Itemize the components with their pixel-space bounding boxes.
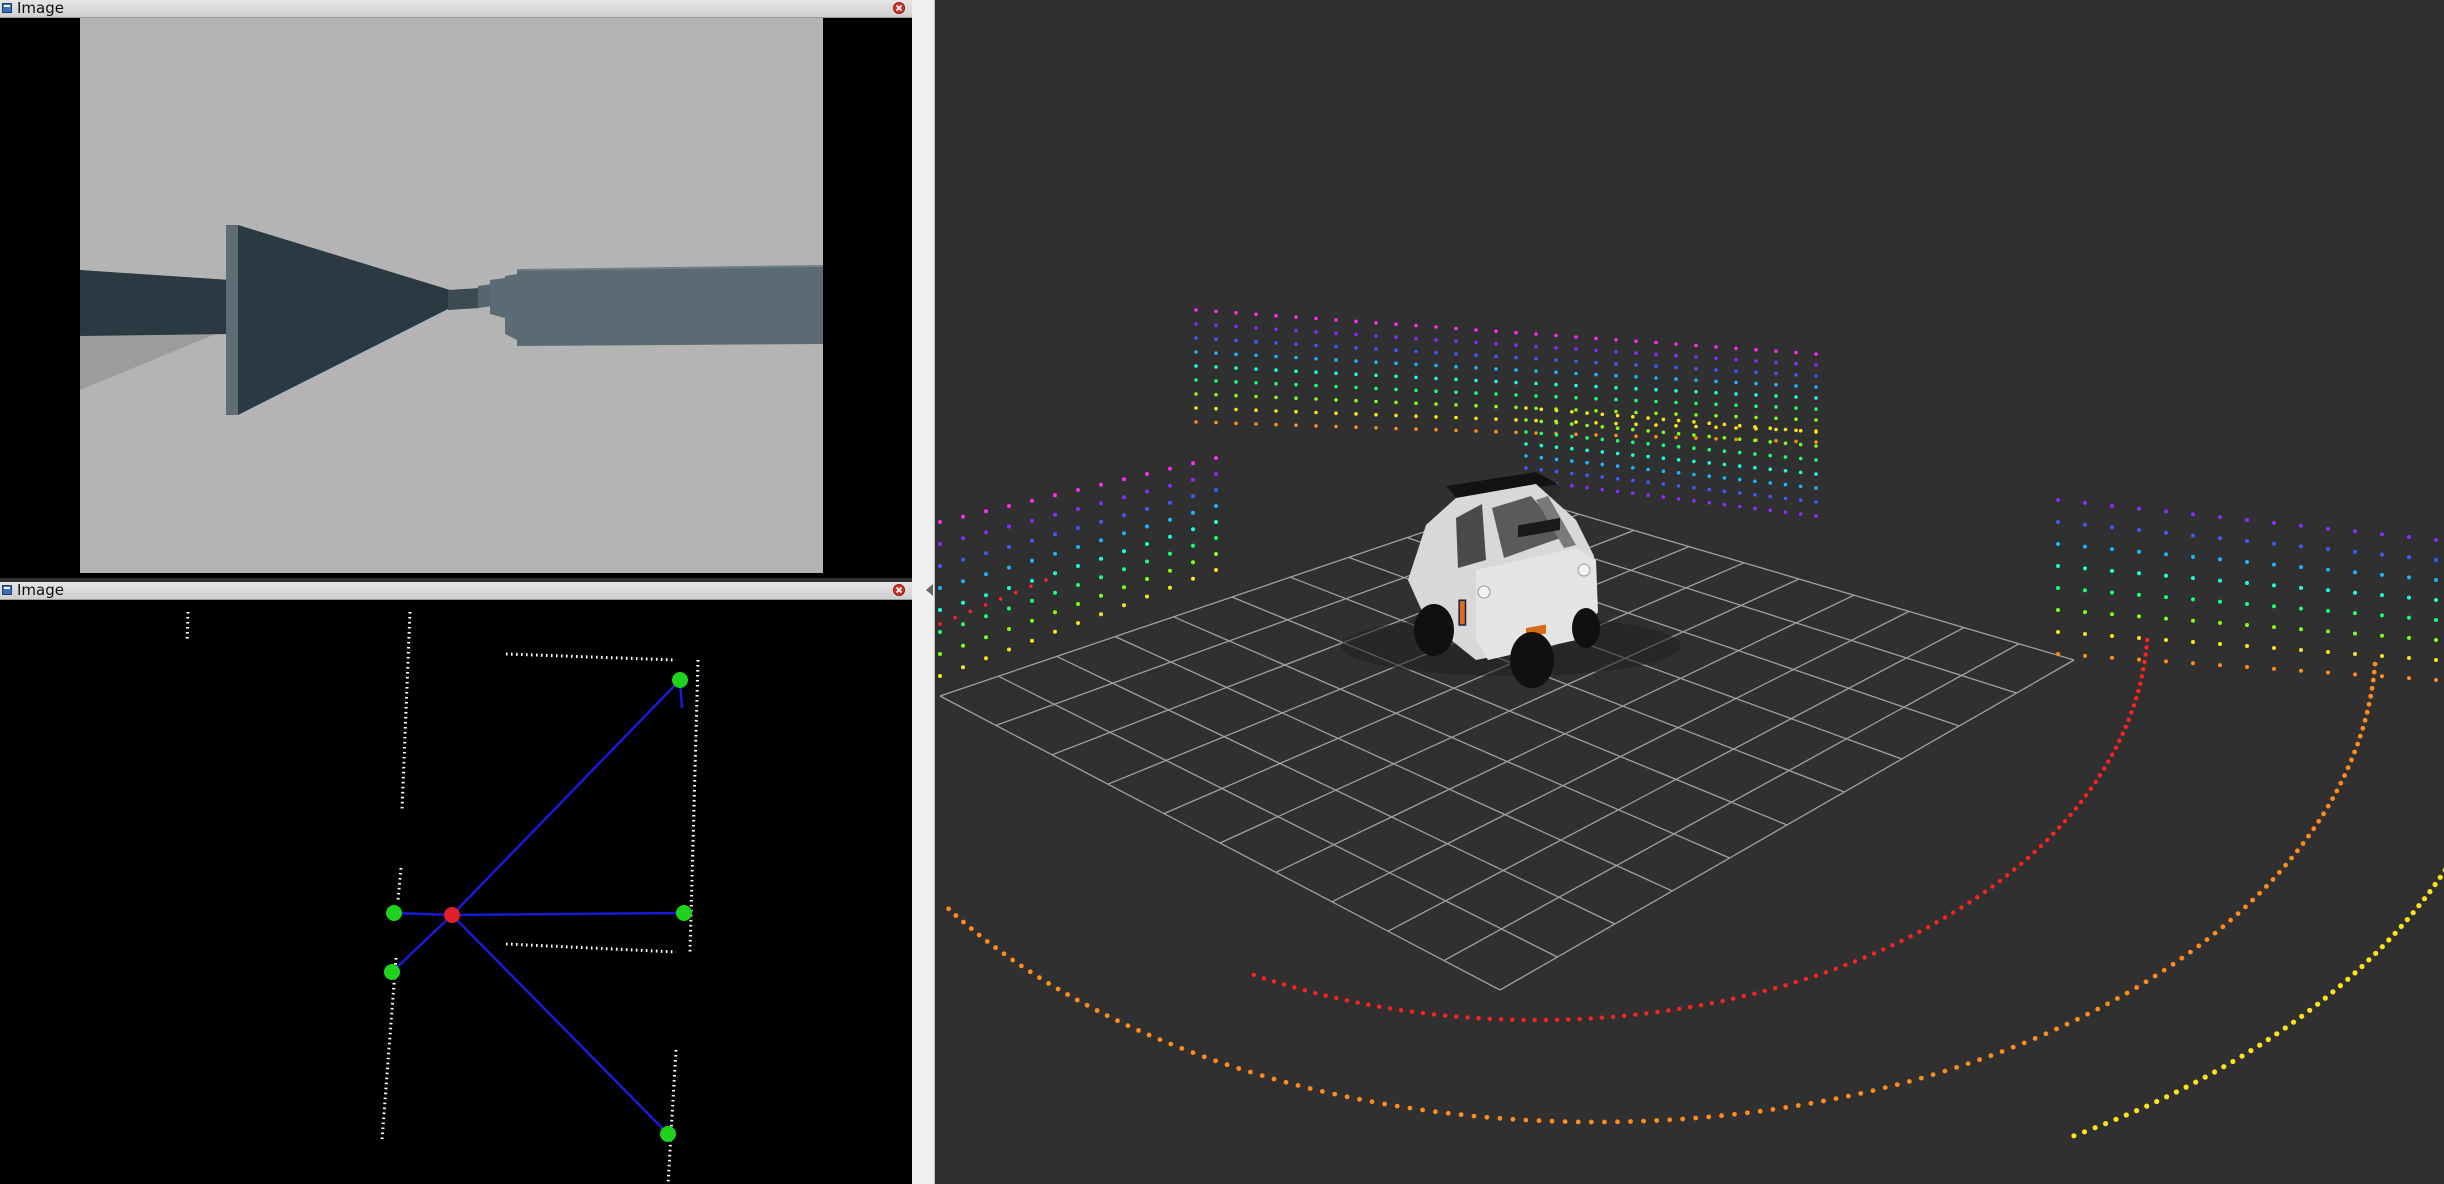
3d-viewport[interactable]: I <box>936 0 2444 1184</box>
green-node <box>672 672 688 688</box>
graph-panel-title: Image <box>17 581 64 599</box>
green-node <box>676 905 692 921</box>
green-node <box>386 905 402 921</box>
close-icon[interactable] <box>893 2 905 14</box>
green-node <box>660 1126 676 1142</box>
window-icon <box>2 585 12 595</box>
green-node <box>384 964 400 980</box>
window-icon <box>2 3 12 13</box>
graph-image-panel: Image <box>0 582 912 1184</box>
left-wall <box>80 270 230 336</box>
graph-panel-titlebar[interactable]: Image <box>0 582 912 600</box>
graph-image <box>0 600 912 1184</box>
camera-panel-title: Image <box>17 0 64 17</box>
close-icon[interactable] <box>893 584 905 596</box>
panel-splitter[interactable] <box>912 0 935 1184</box>
camera-image <box>0 18 912 578</box>
camera-panel-titlebar[interactable]: Image <box>0 0 912 18</box>
red-node <box>444 907 460 923</box>
camera-image-panel: Image <box>0 0 912 578</box>
right-wall <box>517 266 823 346</box>
collapse-left-icon[interactable] <box>926 584 933 596</box>
vehicle-emblem: I <box>1456 594 1469 634</box>
